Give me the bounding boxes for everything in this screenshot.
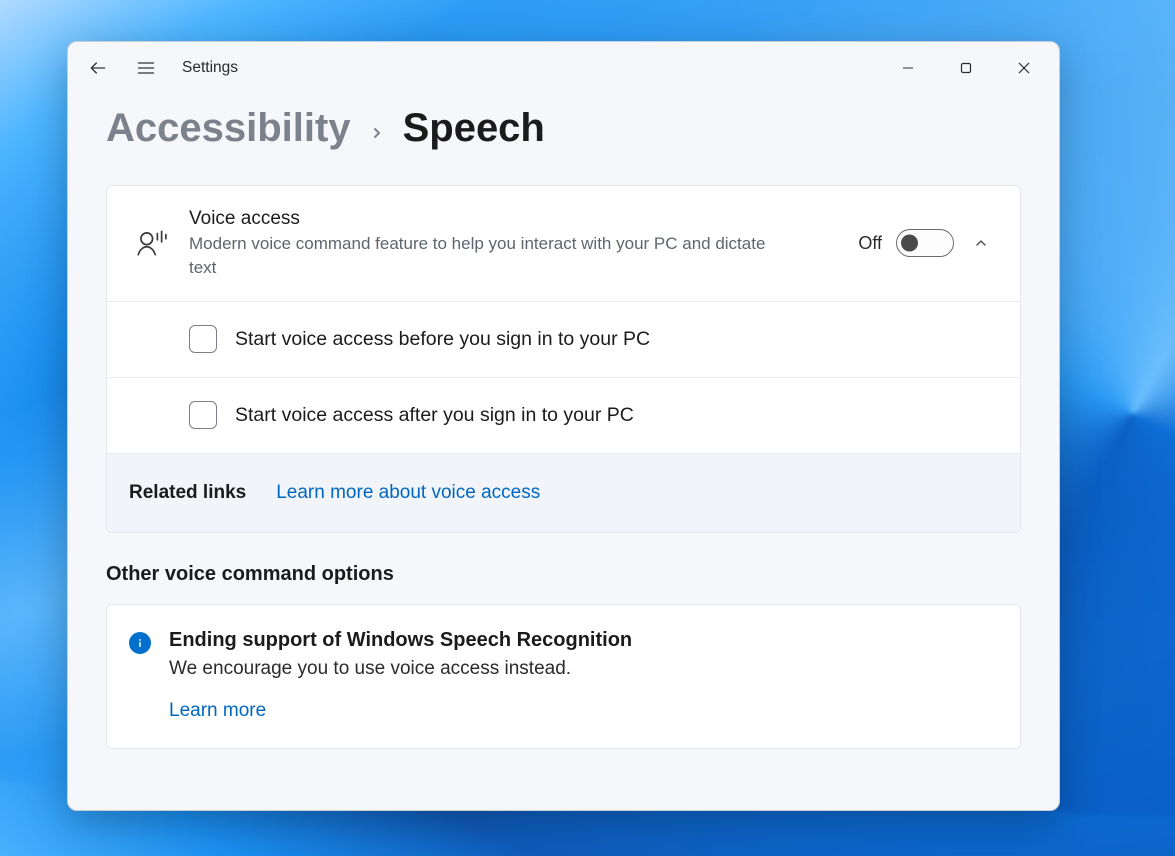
minimize-icon	[902, 62, 914, 74]
content-area[interactable]: Accessibility Speech Voice a	[68, 94, 1059, 810]
option-after-signin-row[interactable]: Start voice access after you sign in to …	[107, 377, 1020, 453]
settings-window: Settings Accessibility Speech	[67, 41, 1060, 811]
option-before-signin-checkbox[interactable]	[189, 325, 217, 353]
banner-body: We encourage you to use voice access ins…	[169, 658, 632, 680]
option-before-signin-label: Start voice access before you sign in to…	[235, 328, 650, 351]
related-links-row: Related links Learn more about voice acc…	[107, 453, 1020, 532]
option-before-signin-row[interactable]: Start voice access before you sign in to…	[107, 301, 1020, 377]
close-icon	[1018, 62, 1030, 74]
breadcrumb-current: Speech	[403, 106, 545, 151]
info-icon	[129, 632, 151, 654]
voice-access-description: Modern voice command feature to help you…	[189, 232, 769, 281]
back-button[interactable]	[74, 44, 122, 92]
related-links-label: Related links	[129, 482, 246, 504]
option-after-signin-checkbox[interactable]	[189, 401, 217, 429]
voice-access-card: Voice access Modern voice command featur…	[106, 185, 1021, 533]
arrow-left-icon	[88, 58, 108, 78]
hamburger-icon	[136, 58, 156, 78]
banner-title: Ending support of Windows Speech Recogni…	[169, 629, 632, 652]
option-after-signin-label: Start voice access after you sign in to …	[235, 404, 634, 427]
breadcrumb-parent[interactable]: Accessibility	[106, 106, 351, 151]
voice-access-title: Voice access	[189, 206, 842, 232]
learn-more-voice-access-link[interactable]: Learn more about voice access	[276, 482, 540, 504]
titlebar: Settings	[68, 42, 1059, 94]
banner-learn-more-link[interactable]: Learn more	[169, 700, 266, 721]
voice-access-row[interactable]: Voice access Modern voice command featur…	[107, 186, 1020, 301]
other-voice-options-heading: Other voice command options	[106, 563, 1021, 586]
chevron-up-icon	[973, 235, 989, 251]
speech-recognition-banner: Ending support of Windows Speech Recogni…	[106, 604, 1021, 749]
close-button[interactable]	[995, 48, 1053, 88]
expand-collapse-button[interactable]	[964, 226, 998, 260]
maximize-icon	[960, 62, 972, 74]
chevron-right-icon	[369, 120, 385, 148]
nav-menu-button[interactable]	[122, 44, 170, 92]
voice-access-toggle-state: Off	[858, 233, 882, 254]
voice-access-icon	[129, 221, 173, 265]
toggle-thumb	[901, 235, 918, 252]
maximize-button[interactable]	[937, 48, 995, 88]
voice-access-toggle[interactable]	[896, 229, 954, 257]
app-title: Settings	[182, 59, 238, 77]
window-controls	[879, 48, 1053, 88]
breadcrumb: Accessibility Speech	[106, 106, 1021, 151]
minimize-button[interactable]	[879, 48, 937, 88]
